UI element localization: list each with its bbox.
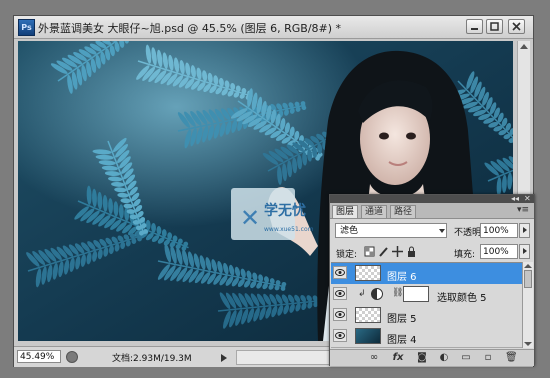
adjustment-layer-icon <box>371 288 383 300</box>
layer-list-scrollbar[interactable] <box>522 262 533 348</box>
layer-mask-thumbnail[interactable] <box>403 286 429 302</box>
watermark-url: www.xue51.com <box>264 226 314 233</box>
layer-name: 选取颜色 5 <box>437 293 487 304</box>
fx-icon[interactable]: fx <box>392 352 404 364</box>
minimize-button[interactable] <box>466 19 483 34</box>
adjustment-icon[interactable]: ◐ <box>438 352 450 364</box>
blend-mode-select[interactable]: 滤色 <box>335 223 447 238</box>
lock-all-icon[interactable] <box>406 246 417 257</box>
photoshop-app-icon: Ps <box>18 19 35 36</box>
fill-slider-button[interactable] <box>519 244 530 259</box>
chevron-down-icon <box>439 229 445 233</box>
scroll-down-icon[interactable] <box>524 342 532 346</box>
document-size: 文档:2.93M/19.3M <box>112 354 192 364</box>
chevron-right-icon <box>523 248 527 254</box>
layers-panel-toolbar: ∞ fx ◙ ◐ ▭ ▫ 🗑 <box>330 349 534 366</box>
blend-mode-value: 滤色 <box>340 226 359 236</box>
visibility-eye-icon[interactable] <box>333 329 347 342</box>
scroll-up-icon[interactable] <box>524 264 532 268</box>
zoom-field[interactable]: 45.49% <box>17 350 61 363</box>
layer-name: 图层 6 <box>387 272 417 283</box>
tab-paths[interactable]: 路径 <box>390 205 417 218</box>
visibility-eye-icon[interactable] <box>333 266 347 279</box>
lock-position-icon[interactable] <box>392 246 403 257</box>
tab-channels[interactable]: 通道 <box>361 205 388 218</box>
panel-title-bar[interactable]: ◂◂ ✕ <box>330 194 534 203</box>
status-info-icon[interactable] <box>66 351 78 363</box>
document-title: 外景蓝调美女 大眼仔~旭.psd @ 45.5% (图层 6, RGB/8#) … <box>38 22 342 35</box>
lock-label: 锁定: <box>336 250 358 260</box>
visibility-eye-icon[interactable] <box>333 308 347 321</box>
layer-thumbnail <box>355 328 381 344</box>
new-layer-icon[interactable]: ▫ <box>482 352 494 364</box>
panel-menu-icon[interactable]: ▾≡ <box>517 205 529 215</box>
mask-icon[interactable]: ◙ <box>416 352 428 364</box>
layer-name: 图层 5 <box>387 314 417 325</box>
clipping-arrow-icon: ↲ <box>358 289 366 299</box>
panel-tabs: 图层 通道 路径 ▾≡ <box>330 203 534 219</box>
layer-row-layer6[interactable]: 图层 6 <box>331 263 522 285</box>
close-button[interactable] <box>508 19 525 34</box>
fill-label: 填充: <box>454 250 476 260</box>
tab-layers[interactable]: 图层 <box>332 205 359 218</box>
lock-image-pixels-icon[interactable] <box>378 246 389 257</box>
watermark-logo-glyph: ✕ <box>240 204 260 232</box>
layer-thumbnail <box>355 307 381 323</box>
layer-row-layer4[interactable]: 图层 4 <box>331 326 522 348</box>
layer-name: 图层 4 <box>387 335 417 346</box>
maximize-icon <box>490 22 499 31</box>
chain-link-icon[interactable]: ⛓ <box>392 288 403 298</box>
layer-row-layer5[interactable]: 图层 5 <box>331 305 522 327</box>
link-icon[interactable]: ∞ <box>368 352 380 364</box>
layers-panel: ◂◂ ✕ 图层 通道 路径 ▾≡ 滤色 不透明度: 100% 锁定: 填充: 1… <box>329 194 535 366</box>
layer-thumbnail <box>355 265 381 281</box>
close-icon <box>512 22 521 31</box>
layer-list: 图层 6 ↲ ⛓ 选取颜色 5 图层 5 图层 4 <box>331 262 522 349</box>
title-bar[interactable]: Ps 外景蓝调美女 大眼仔~旭.psd @ 45.5% (图层 6, RGB/8… <box>14 16 533 39</box>
lock-transparent-pixels-icon[interactable] <box>364 246 375 257</box>
watermark-text: 学无忧 <box>264 202 306 219</box>
layer-row-selective-color[interactable]: ↲ ⛓ 选取颜色 5 <box>331 284 522 306</box>
group-icon[interactable]: ▭ <box>460 352 472 364</box>
fill-field[interactable]: 100% <box>480 244 518 259</box>
status-menu-arrow-icon[interactable] <box>221 354 227 362</box>
visibility-eye-icon[interactable] <box>333 287 347 300</box>
scroll-up-icon[interactable] <box>520 44 528 49</box>
trash-icon[interactable]: 🗑 <box>505 352 518 364</box>
opacity-field[interactable]: 100% <box>480 223 518 238</box>
opacity-slider-button[interactable] <box>519 223 530 238</box>
minimize-icon <box>471 28 478 30</box>
scroll-thumb[interactable] <box>524 270 532 288</box>
chevron-right-icon <box>523 227 527 233</box>
maximize-button[interactable] <box>486 19 503 34</box>
